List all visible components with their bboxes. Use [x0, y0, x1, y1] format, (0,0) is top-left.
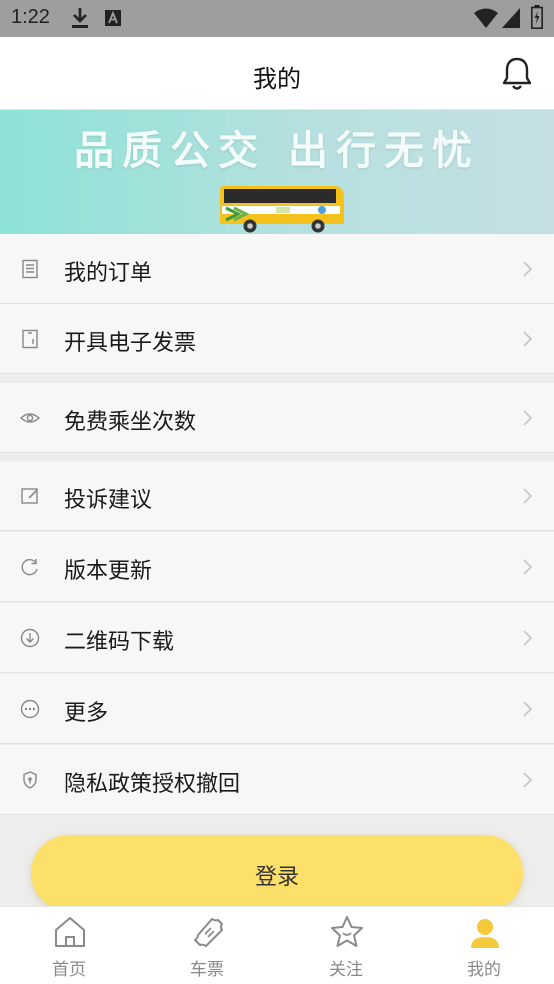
menu-item-feedback[interactable]: 投诉建议: [0, 461, 554, 531]
chevron-right-icon: [523, 410, 533, 426]
receipt-icon: [22, 329, 38, 349]
bus-illustration: [220, 186, 344, 233]
chevron-right-icon: [523, 772, 533, 788]
status-bar: 1:22: [0, 0, 554, 37]
tab-follow[interactable]: 关注: [277, 907, 415, 984]
login-label: 登录: [254, 865, 299, 890]
home-icon: [55, 917, 85, 947]
menu-label: 更多: [64, 701, 109, 726]
menu-item-free-rides[interactable]: 免费乘坐次数: [0, 383, 554, 453]
tab-label: 我的: [467, 960, 501, 980]
refresh-icon: [21, 558, 38, 576]
app-header: 我的: [0, 37, 554, 110]
login-button[interactable]: 登录: [31, 835, 523, 911]
menu-item-more[interactable]: 更多: [0, 674, 554, 744]
chevron-right-icon: [523, 488, 533, 504]
menu-label: 隐私政策授权撤回: [64, 772, 241, 797]
menu-item-invoice[interactable]: 开具电子发票: [0, 304, 554, 374]
menu-item-version-update[interactable]: 版本更新: [0, 532, 554, 602]
bell-icon[interactable]: [501, 56, 533, 92]
promo-banner[interactable]: 品质公交 出行无忧: [0, 110, 554, 234]
tab-mine[interactable]: 我的: [415, 907, 553, 984]
status-time: 1:22: [11, 6, 50, 28]
chevron-right-icon: [523, 701, 533, 717]
menu-label: 版本更新: [64, 559, 153, 584]
star-icon: [331, 916, 363, 947]
menu-label: 二维码下载: [64, 630, 175, 655]
edit-icon: [21, 488, 38, 504]
wifi-icon: [474, 8, 498, 28]
more-icon: [20, 699, 40, 719]
signal-icon: [502, 8, 520, 28]
bottom-tab-bar: 首页 车票 关注 我的: [0, 906, 554, 984]
ticket-icon: [194, 918, 223, 947]
battery-icon: [531, 5, 543, 29]
download-circle-icon: [20, 628, 40, 648]
menu-label: 免费乘坐次数: [64, 410, 197, 435]
banner-slogan: 品质公交 出行无忧: [74, 128, 480, 174]
menu-item-orders[interactable]: 我的订单: [0, 234, 554, 304]
text-a-icon: [105, 10, 121, 26]
menu-label: 投诉建议: [64, 488, 153, 513]
page-title: 我的: [253, 65, 301, 93]
menu-item-privacy-revoke[interactable]: 隐私政策授权撤回: [0, 745, 554, 815]
menu-item-qr-download[interactable]: 二维码下载: [0, 603, 554, 673]
chevron-right-icon: [523, 630, 533, 646]
tab-tickets[interactable]: 车票: [138, 907, 276, 984]
tab-label: 关注: [329, 960, 363, 980]
tab-label: 首页: [52, 960, 86, 980]
tab-label: 车票: [190, 960, 224, 980]
download-icon: [72, 8, 88, 28]
chevron-right-icon: [523, 559, 533, 575]
tab-home[interactable]: 首页: [0, 907, 138, 984]
chevron-right-icon: [523, 261, 533, 277]
shield-icon: [23, 771, 37, 789]
menu-label: 我的订单: [64, 261, 153, 286]
chevron-right-icon: [523, 331, 533, 347]
menu-label: 开具电子发票: [64, 331, 197, 356]
order-list-icon: [22, 259, 38, 279]
eye-icon: [20, 413, 40, 423]
user-icon: [471, 919, 499, 948]
